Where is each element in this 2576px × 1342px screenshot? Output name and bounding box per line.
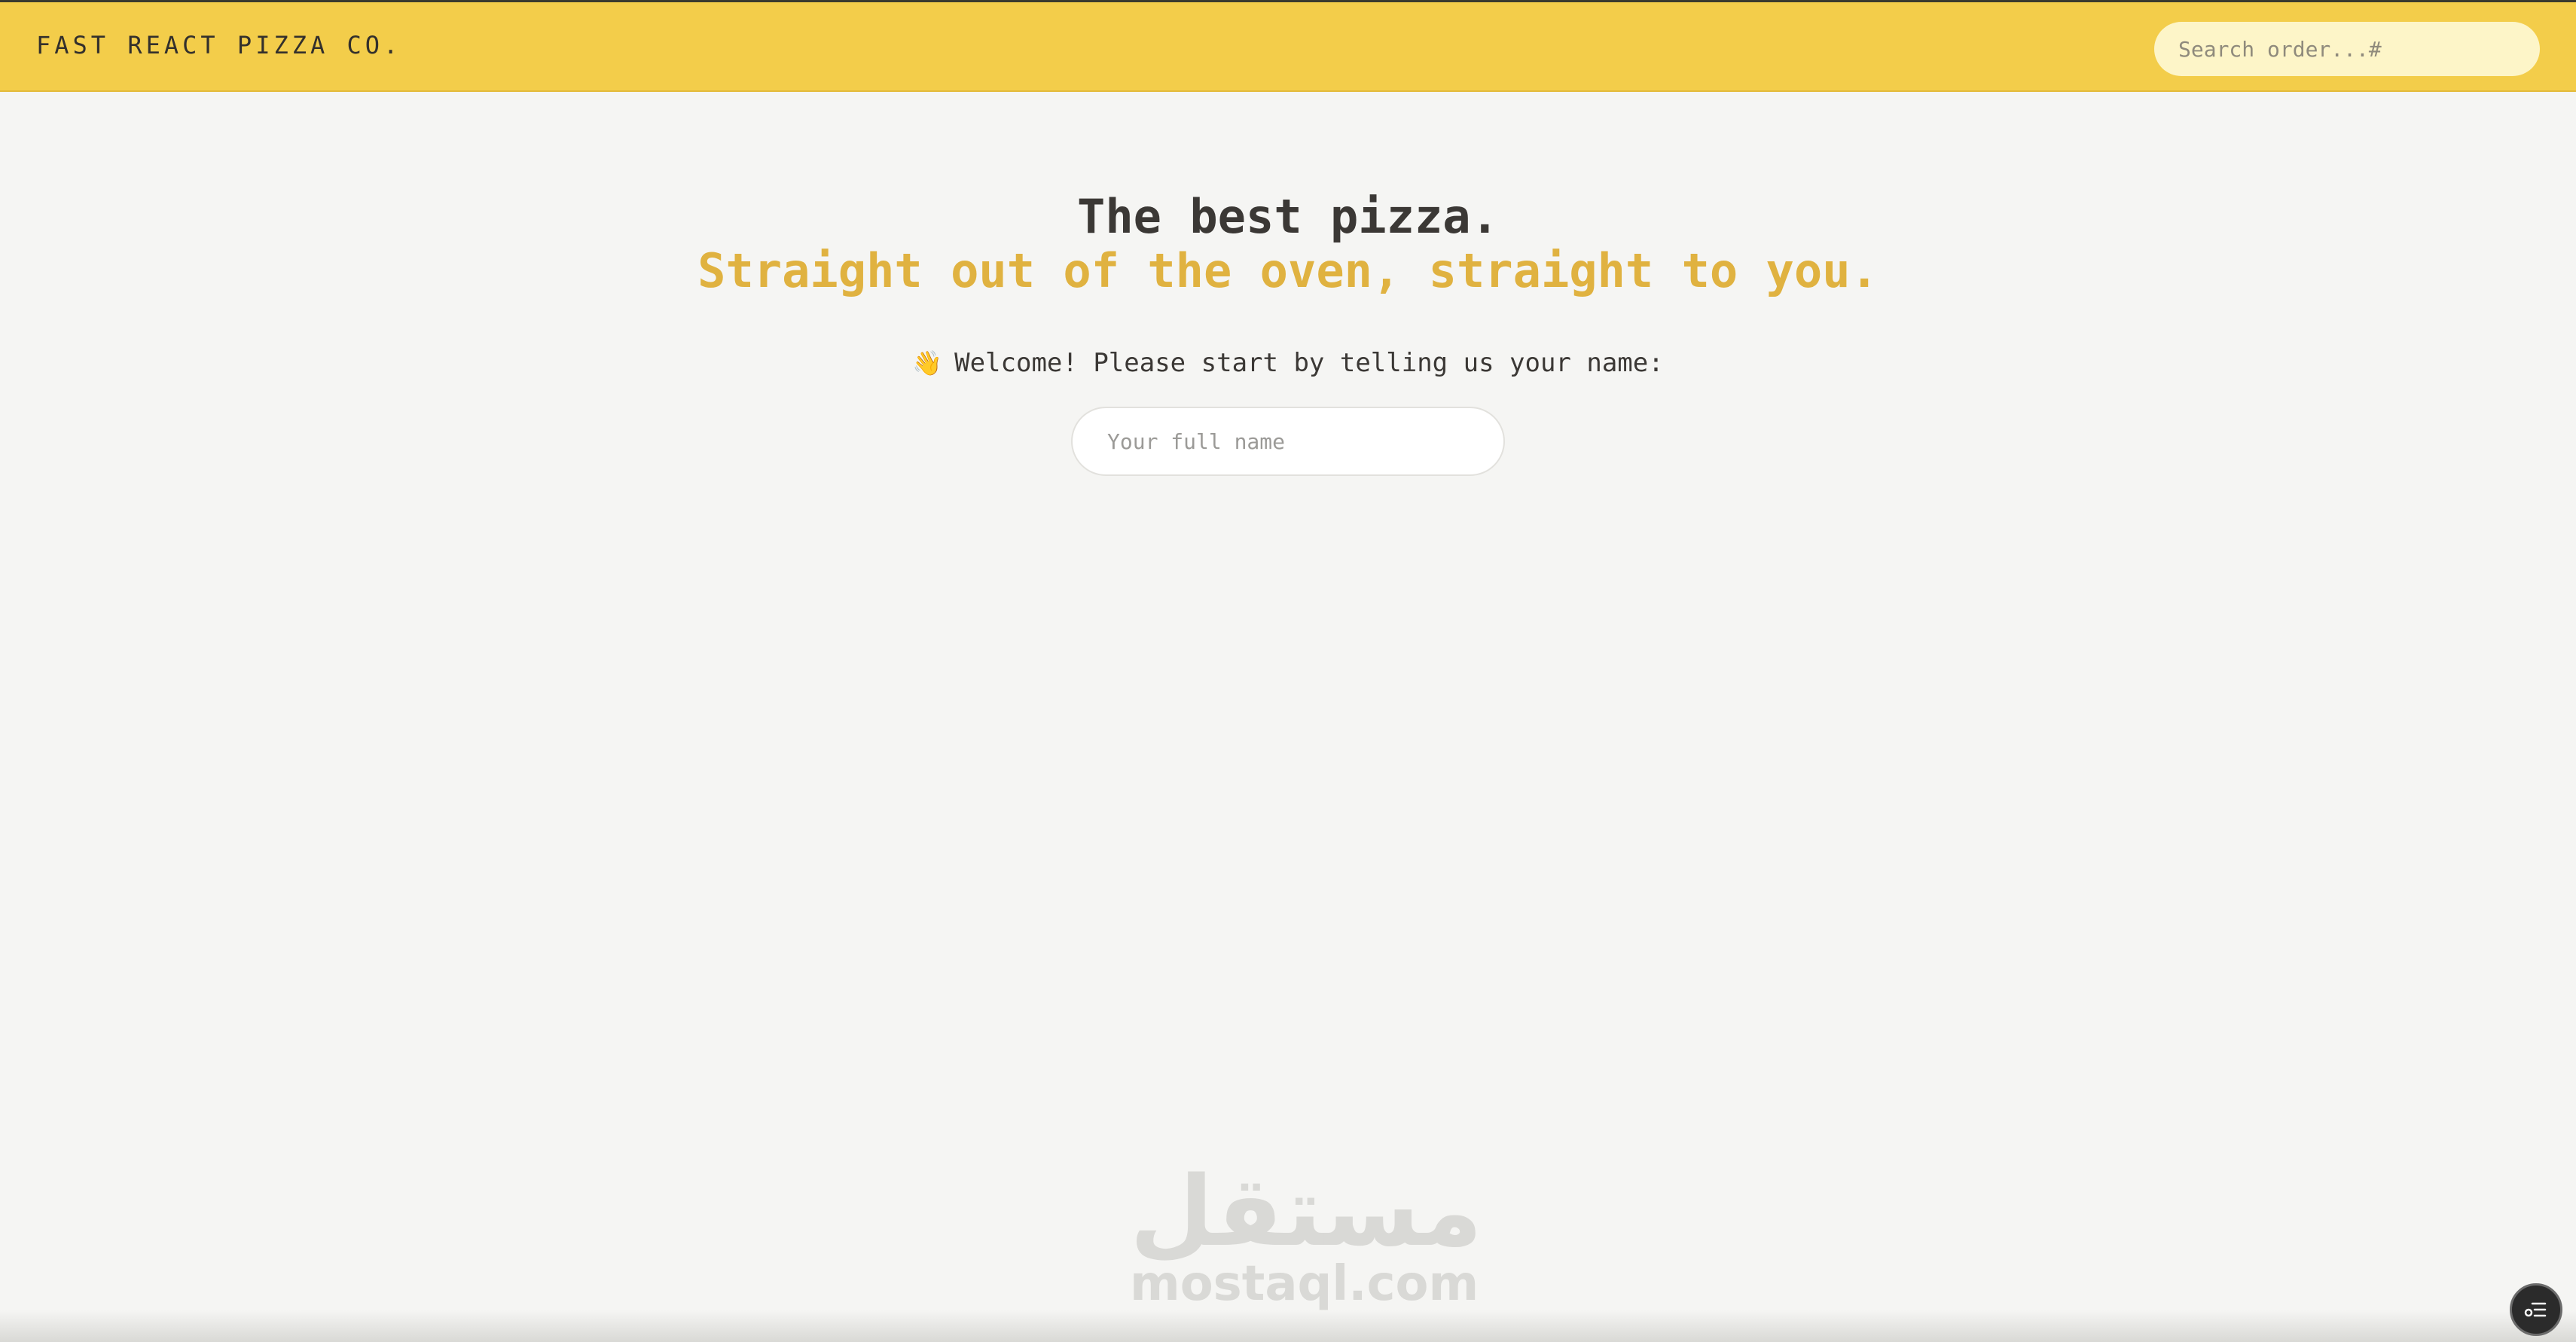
welcome-message: 👋 Welcome! Please start by telling us you…	[0, 345, 2576, 381]
app-header: FAST REACT PIZZA CO.	[0, 0, 2576, 92]
watermark-logo: مستقل mostaql.com	[1130, 1156, 1483, 1325]
watermark-latin: mostaql.com	[1130, 1256, 1479, 1312]
waving-hand-icon: 👋	[912, 349, 943, 377]
menu-settings-icon	[2524, 1302, 2547, 1317]
floating-menu-button[interactable]	[2510, 1283, 2562, 1336]
full-name-input[interactable]	[1071, 407, 1505, 476]
hero-subtitle: Straight out of the oven, straight to yo…	[697, 243, 1879, 298]
logo-link[interactable]: FAST REACT PIZZA CO.	[36, 31, 401, 59]
watermark-arabic: مستقل	[1130, 1156, 1483, 1268]
search-order-input[interactable]	[2154, 22, 2540, 76]
bottom-shadow	[0, 1310, 2576, 1342]
welcome-text: Welcome! Please start by telling us your…	[954, 348, 1664, 378]
